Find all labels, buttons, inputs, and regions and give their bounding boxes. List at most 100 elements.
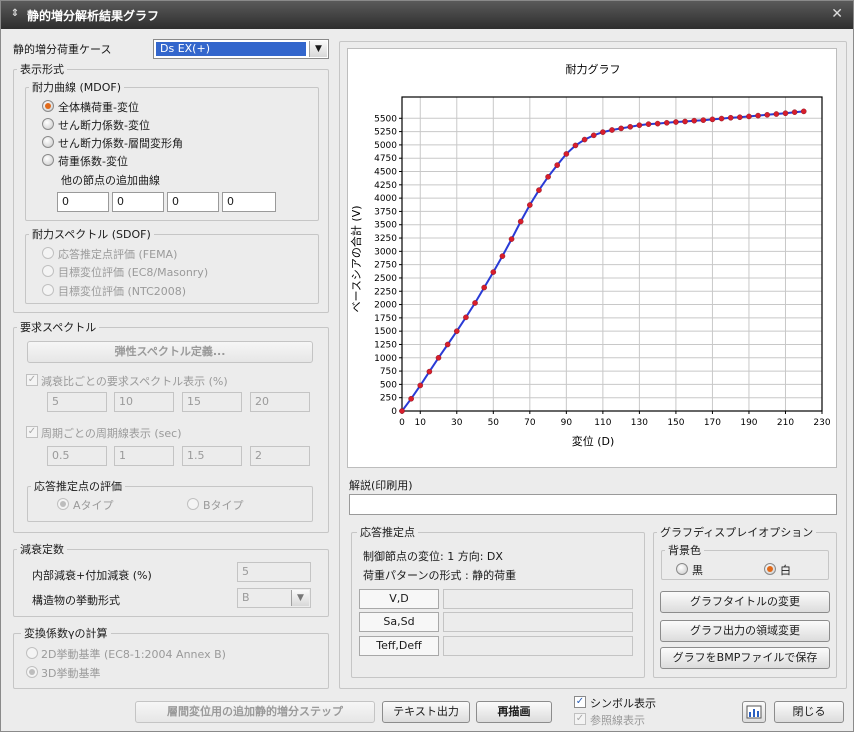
x-tick-label: 130 [631,418,648,428]
y-tick-label: 5250 [374,128,397,138]
y-tick-label: 2750 [374,261,397,271]
period-field-1[interactable]: 0.5 [47,446,107,466]
period-line-label: 周期ごとの周期線表示 (sec) [41,427,182,440]
period-field-3[interactable]: 1.5 [182,446,242,466]
sdof-option-1: 目標変位評価 (EC8/Masonry) [58,266,209,279]
eval-option-a: Aタイプ [73,499,114,512]
data-point-marker [563,151,570,157]
gamma-radio-3d[interactable] [26,666,38,678]
change-area-button[interactable]: グラフ出力の領域変更 [660,620,830,642]
demand-title: 要求スペクトル [17,319,100,335]
extra-curve-field-3[interactable]: 0 [167,192,219,212]
internal-damping-field[interactable]: 5 [237,562,311,582]
x-tick-label: 170 [704,418,721,428]
response-row-teff: Teff,Deff [359,636,439,656]
bar-chart-icon[interactable] [742,701,766,723]
period-field-2[interactable]: 1 [114,446,174,466]
sdof-radio-1[interactable] [42,265,54,277]
additional-steps-button[interactable]: 層間変位用の追加静的増分ステップ [135,701,375,723]
gamma-option-3d: 3D挙動基準 [41,667,101,680]
mdof-radio-1[interactable] [42,118,54,130]
period-line-checkbox[interactable]: ✓ [26,426,38,438]
text-output-button[interactable]: テキスト出力 [382,701,470,723]
chevron-down-icon[interactable]: ▼ [309,41,327,57]
close-button[interactable]: 閉じる [774,701,844,723]
gamma-title: 変換係数γの計算 [21,625,111,641]
damping-field-1[interactable]: 5 [47,392,107,412]
damping-field-3[interactable]: 15 [182,392,242,412]
mdof-radio-2[interactable] [42,136,54,148]
x-tick-label: 90 [561,418,573,428]
data-point-marker [718,115,725,122]
y-tick-label: 2250 [374,287,397,297]
x-tick-label: 210 [777,418,794,428]
y-tick-label: 1000 [374,354,397,364]
period-field-4[interactable]: 2 [250,446,310,466]
explanation-label: 解説(印刷用) [349,479,413,492]
explanation-field[interactable] [349,494,837,515]
close-icon[interactable]: ✕ [831,6,843,22]
y-tick-label: 500 [380,380,397,390]
y-tick-label: 4750 [374,154,397,164]
x-tick-label: 50 [488,418,500,428]
mdof-radio-0[interactable] [42,100,54,112]
response-value-vd [443,589,633,609]
bg-white-radio[interactable] [764,563,776,575]
bg-black-label: 黒 [692,564,703,577]
data-point-marker [463,314,469,321]
behavior-select[interactable]: B ▼ [237,588,311,608]
loadcase-select[interactable]: Ds EX(+) ▼ [153,39,329,59]
eval-radio-b[interactable] [187,498,199,510]
data-point-marker [517,218,524,225]
symbol-checkbox[interactable]: ✓ [574,696,586,708]
y-tick-label: 2500 [374,274,397,284]
y-tick-label: 750 [380,367,397,377]
chevron-icon[interactable]: ⇕ [9,8,21,20]
y-tick-label: 5000 [374,141,397,151]
data-point-marker [691,117,697,124]
damping-spectrum-checkbox[interactable]: ✓ [26,374,38,386]
y-tick-label: 1500 [374,327,397,337]
mdof-radio-3[interactable] [42,154,54,166]
data-point-marker [773,111,780,117]
y-tick-label: 5500 [374,114,397,124]
change-title-button[interactable]: グラフタイトルの変更 [660,591,830,613]
bg-black-radio[interactable] [676,563,688,575]
loadcase-value: Ds EX(+) [156,42,306,56]
bg-white-label: 白 [780,564,791,577]
eval-radio-a[interactable] [57,498,69,510]
y-tick-label: 3750 [374,207,397,217]
save-bmp-button[interactable]: グラフをBMPファイルで保存 [660,647,830,669]
damping-title: 減衰定数 [17,541,67,557]
y-tick-label: 2000 [374,301,397,311]
extra-curve-field-4[interactable]: 0 [222,192,276,212]
sdof-radio-0[interactable] [42,247,54,259]
data-point-marker [682,118,688,125]
data-point-marker [590,132,597,139]
sdof-radio-2[interactable] [42,284,54,296]
bg-color-title: 背景色 [665,542,704,558]
title-bar[interactable]: ⇕ 静的増分解析結果グラフ ✕ [1,1,853,29]
y-tick-label: 3000 [374,247,397,257]
chart-xlabel: 変位 (D) [572,434,615,448]
extra-curve-field-2[interactable]: 0 [112,192,164,212]
data-point-marker [435,354,442,361]
behavior-value: B [242,591,250,604]
data-point-marker [636,122,643,129]
damping-field-2[interactable]: 10 [114,392,174,412]
data-point-marker [645,121,652,127]
ref-line-label: 参照線表示 [590,714,645,727]
chevron-down-icon[interactable]: ▼ [291,590,309,606]
y-tick-label: 0 [391,407,397,417]
redraw-button[interactable]: 再描画 [476,701,552,723]
response-line1: 制御節点の変位: 1 方向: DX [363,550,503,563]
ref-line-checkbox[interactable]: ✓ [574,713,586,725]
plot-area [402,97,822,411]
elastic-spectrum-button[interactable]: 弾性スペクトル定義... [27,341,313,363]
damping-field-4[interactable]: 20 [250,392,310,412]
gamma-radio-2d[interactable] [26,647,38,659]
data-point-marker [782,110,789,117]
extra-curve-field-1[interactable]: 0 [57,192,109,212]
y-tick-label: 3500 [374,221,397,231]
data-point-marker [453,328,460,334]
